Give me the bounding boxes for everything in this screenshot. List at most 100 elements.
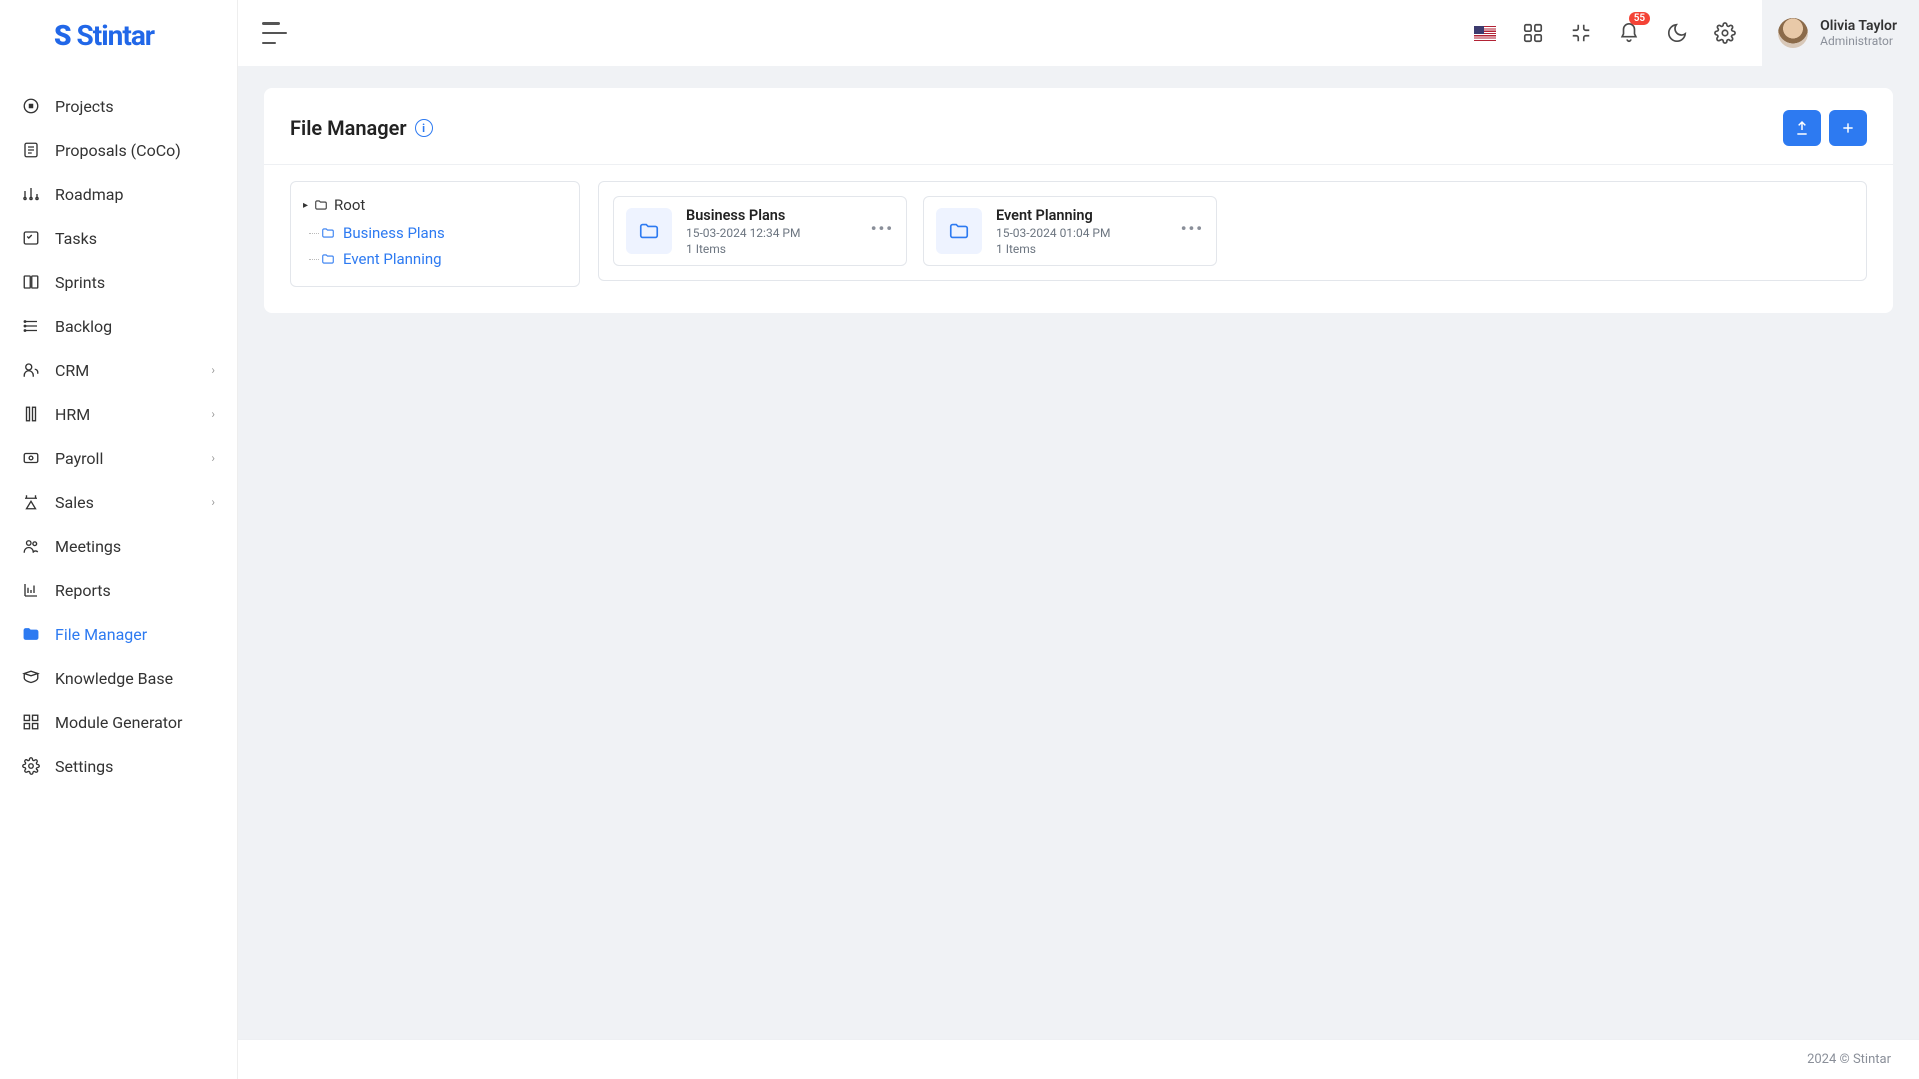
payroll-icon — [22, 449, 40, 467]
crm-icon — [22, 361, 40, 379]
more-icon[interactable]: ••• — [1181, 219, 1204, 238]
sidebar-item-project[interactable]: Projects — [0, 84, 237, 128]
sidebar: SStintar Projects Proposals (CoCo) Roadm… — [0, 0, 238, 1079]
footer-text: 2024 © Stintar — [1807, 1052, 1891, 1067]
sales-icon — [22, 493, 40, 511]
chevron-right-icon: › — [211, 495, 215, 509]
folder-date: 15-03-2024 12:34 PM — [686, 226, 800, 240]
proposal-icon — [22, 141, 40, 159]
reports-icon — [22, 581, 40, 599]
roadmap-icon — [22, 185, 40, 203]
sidebar-item-meetings[interactable]: Meetings — [0, 524, 237, 568]
sidebar-item-label: Proposals (CoCo) — [55, 141, 181, 160]
backlog-icon — [22, 317, 40, 335]
sidebar-item-proposal[interactable]: Proposals (CoCo) — [0, 128, 237, 172]
sidebar-item-reports[interactable]: Reports — [0, 568, 237, 612]
tree-item[interactable]: Business Plans — [321, 220, 567, 246]
sidebar-item-tasks[interactable]: Tasks — [0, 216, 237, 260]
user-menu[interactable]: Olivia Taylor Administrator — [1762, 0, 1919, 66]
tree-root[interactable]: ▸ Root — [303, 196, 567, 214]
module-icon — [22, 713, 40, 731]
upload-button[interactable] — [1783, 110, 1821, 146]
tree-children: Business Plans Event Planning — [321, 220, 567, 272]
sidebar-item-label: HRM — [55, 405, 90, 424]
folder-tree: ▸ Root Business Plans Event Planning — [290, 181, 580, 287]
footer: 2024 © Stintar — [238, 1039, 1919, 1079]
brand-logo[interactable]: SStintar — [0, 0, 237, 70]
sidebar-item-hrm[interactable]: HRM › — [0, 392, 237, 436]
minimize-icon[interactable] — [1570, 22, 1592, 44]
sidebar-item-label: Tasks — [55, 229, 97, 248]
sidebar-item-filemanager[interactable]: File Manager — [0, 612, 237, 656]
content: File Manager i ▸ — [238, 66, 1919, 1079]
folder-item-count: 1 Items — [996, 242, 1110, 256]
sidebar-item-label: Module Generator — [55, 713, 182, 732]
caret-icon: ▸ — [303, 200, 308, 211]
brand-glyph-icon: S — [54, 19, 71, 52]
tree-item-label: Event Planning — [343, 250, 442, 268]
topbar: 55 Olivia Taylor Administrator — [238, 0, 1919, 66]
sidebar-item-label: CRM — [55, 361, 89, 380]
sidebar-nav: Projects Proposals (CoCo) Roadmap Tasks … — [0, 70, 237, 1079]
knowledge-icon — [22, 669, 40, 687]
chevron-right-icon: › — [211, 451, 215, 465]
notification-badge: 55 — [1629, 12, 1650, 25]
folder-icon — [626, 208, 672, 254]
chevron-right-icon: › — [211, 407, 215, 421]
sidebar-item-settings[interactable]: Settings — [0, 744, 237, 788]
folder-name: Business Plans — [686, 207, 800, 224]
language-flag-icon[interactable] — [1474, 26, 1496, 41]
tree-root-label: Root — [334, 196, 365, 214]
settings-icon[interactable] — [1714, 22, 1736, 44]
meetings-icon — [22, 537, 40, 555]
more-icon[interactable]: ••• — [871, 219, 894, 238]
sidebar-item-label: Knowledge Base — [55, 669, 173, 688]
menu-toggle-icon[interactable] — [262, 22, 290, 44]
filemanager-icon — [22, 625, 40, 643]
tasks-icon — [22, 229, 40, 247]
sidebar-item-label: Backlog — [55, 317, 112, 336]
brand-name: Stintar — [77, 19, 155, 52]
bell-icon[interactable]: 55 — [1618, 22, 1640, 44]
sidebar-item-label: Sales — [55, 493, 94, 512]
file-manager-panel: File Manager i ▸ — [264, 88, 1893, 313]
folder-icon — [936, 208, 982, 254]
tree-item[interactable]: Event Planning — [321, 246, 567, 272]
sidebar-item-label: Sprints — [55, 273, 105, 292]
dark-mode-icon[interactable] — [1666, 22, 1688, 44]
hrm-icon — [22, 405, 40, 423]
folder-card[interactable]: Business Plans 15-03-2024 12:34 PM 1 Ite… — [613, 196, 907, 266]
apps-icon[interactable] — [1522, 22, 1544, 44]
folder-grid: Business Plans 15-03-2024 12:34 PM 1 Ite… — [598, 181, 1867, 281]
sidebar-item-crm[interactable]: CRM › — [0, 348, 237, 392]
folder-item-count: 1 Items — [686, 242, 800, 256]
sidebar-item-label: File Manager — [55, 625, 147, 644]
sidebar-item-label: Meetings — [55, 537, 121, 556]
chevron-right-icon: › — [211, 363, 215, 377]
sidebar-item-label: Payroll — [55, 449, 103, 468]
sidebar-item-knowledge[interactable]: Knowledge Base — [0, 656, 237, 700]
page-title: File Manager — [290, 116, 407, 140]
sidebar-item-sprints[interactable]: Sprints — [0, 260, 237, 304]
tree-item-label: Business Plans — [343, 224, 445, 242]
sprints-icon — [22, 273, 40, 291]
sidebar-item-module[interactable]: Module Generator — [0, 700, 237, 744]
sidebar-item-label: Roadmap — [55, 185, 123, 204]
sidebar-item-roadmap[interactable]: Roadmap — [0, 172, 237, 216]
folder-card[interactable]: Event Planning 15-03-2024 01:04 PM 1 Ite… — [923, 196, 1217, 266]
project-icon — [22, 97, 40, 115]
sidebar-item-label: Projects — [55, 97, 114, 116]
user-name: Olivia Taylor — [1820, 18, 1897, 34]
main: 55 Olivia Taylor Administrator — [238, 0, 1919, 1079]
add-button[interactable] — [1829, 110, 1867, 146]
sidebar-item-backlog[interactable]: Backlog — [0, 304, 237, 348]
folder-date: 15-03-2024 01:04 PM — [996, 226, 1110, 240]
avatar — [1778, 18, 1808, 48]
info-icon[interactable]: i — [415, 119, 433, 137]
sidebar-item-sales[interactable]: Sales › — [0, 480, 237, 524]
settings-icon — [22, 757, 40, 775]
sidebar-item-label: Reports — [55, 581, 111, 600]
user-role: Administrator — [1820, 34, 1897, 48]
sidebar-item-payroll[interactable]: Payroll › — [0, 436, 237, 480]
sidebar-item-label: Settings — [55, 757, 113, 776]
